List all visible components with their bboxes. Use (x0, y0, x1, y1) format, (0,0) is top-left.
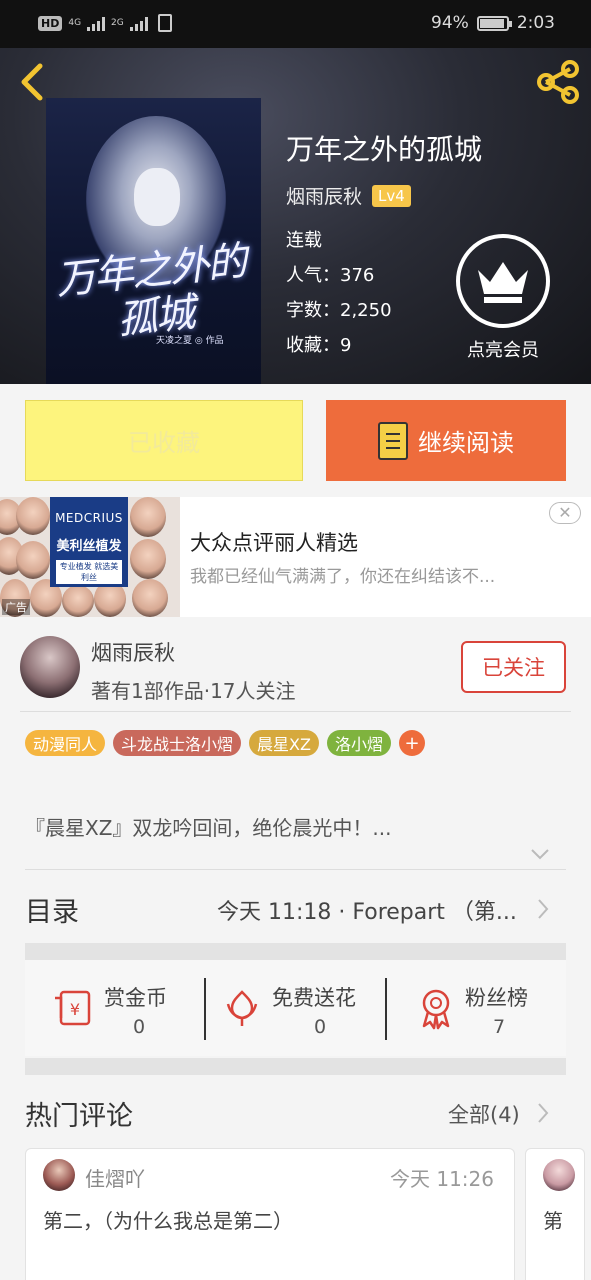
battery-icon (476, 15, 512, 31)
author-section-name[interactable]: 烟雨辰秋 (91, 637, 175, 667)
chevron-right-icon[interactable] (536, 898, 550, 920)
toc-latest-chapter[interactable]: 今天 11:18 · Forepart （第... (217, 894, 517, 926)
author-section-info: 著有1部作品·17人关注 (91, 679, 296, 703)
svg-text:¥: ¥ (70, 1000, 80, 1019)
divider (20, 711, 571, 712)
comment-card[interactable]: 第 (525, 1148, 585, 1280)
ad-banner[interactable]: MEDCRIUS 美利丝植发 专业植发 就选美利丝 广告 大众点评丽人精选 我都… (0, 497, 591, 617)
comment-text: 第 (543, 1209, 563, 1233)
comment-card[interactable]: 佳熠吖 今天 11:26 第二，（为什么我总是第二） (25, 1148, 515, 1280)
tag-list: 动漫同人 斗龙战士洛小熠 晨星XZ 洛小熠 + (25, 730, 425, 756)
follow-button[interactable]: 已关注 (461, 641, 566, 693)
author-name[interactable]: 烟雨辰秋 (286, 182, 362, 209)
network-type-2: 2G (111, 18, 124, 28)
stat-label: 免费送花 (272, 986, 356, 1010)
chevron-down-icon[interactable] (530, 848, 550, 860)
toc-label[interactable]: 目录 (25, 890, 79, 929)
free-flowers-stat[interactable]: 免费送花 0 (206, 960, 386, 1056)
battery-percent: 94% (431, 13, 469, 33)
signal-icon (87, 15, 106, 31)
book-cover[interactable]: 万年之外的孤城 天凌之夏 ◎ 作品 (46, 98, 261, 384)
comment-avatar[interactable] (43, 1159, 75, 1191)
vip-button[interactable] (456, 234, 550, 328)
flower-icon (226, 990, 258, 1026)
ad-title: 大众点评丽人精选 (190, 531, 358, 555)
section-gap (25, 943, 566, 960)
popularity: 人气：376 (286, 265, 375, 286)
collected-label: 已收藏 (128, 429, 200, 457)
cover-character-face (134, 168, 180, 226)
share-icon[interactable] (534, 58, 582, 106)
ad-image: MEDCRIUS 美利丝植发 专业植发 就选美利丝 广告 (0, 497, 180, 617)
section-gap (25, 1058, 566, 1075)
divider (25, 869, 566, 870)
author-avatar[interactable] (20, 636, 80, 698)
stat-label: 赏金币 (104, 986, 167, 1010)
tag-item[interactable]: 斗龙战士洛小熠 (113, 730, 242, 756)
ad-brand-block: MEDCRIUS 美利丝植发 专业植发 就选美利丝 (50, 497, 128, 587)
tag-item[interactable]: 洛小熠 (326, 730, 391, 756)
collected-button[interactable]: 已收藏 (25, 400, 303, 481)
red-envelope-icon: ¥ (55, 990, 91, 1026)
serial-status: 连载 (286, 230, 322, 251)
follow-label: 已关注 (482, 656, 545, 680)
clock: 2:03 (516, 13, 555, 33)
continue-reading-label: 继续阅读 (418, 429, 514, 457)
all-comments-link[interactable]: 全部(4) (448, 1099, 520, 1129)
comment-text: 第二，（为什么我总是第二） (43, 1209, 293, 1233)
vip-label: 点亮会员 (467, 340, 539, 361)
network-type-1: 4G (68, 18, 82, 28)
reward-coins-stat[interactable]: ¥ 赏金币 0 (25, 960, 205, 1056)
stat-label: 粉丝榜 (465, 986, 528, 1010)
book-description[interactable]: 『晨星XZ』双龙吟回间，绝伦晨光中！... (25, 812, 391, 841)
book-icon (378, 421, 408, 460)
crown-icon (478, 262, 528, 303)
continue-reading-button[interactable]: 继续阅读 (326, 400, 566, 481)
cover-signature: 天凌之夏 ◎ 作品 (156, 336, 224, 346)
signal-icon-2 (129, 15, 148, 31)
back-arrow-icon[interactable] (18, 62, 48, 102)
ad-brand-cn: 美利丝植发 (56, 539, 122, 554)
word-count: 字数：2,250 (286, 300, 392, 321)
hd-badge: HD (38, 15, 63, 31)
ad-brand-tag: 专业植发 就选美利丝 (56, 560, 122, 584)
ad-tag: 广告 (2, 599, 30, 615)
hot-comments-label: 热门评论 (25, 1101, 133, 1132)
tag-item[interactable]: 动漫同人 (25, 730, 106, 756)
stat-value: 7 (493, 1016, 506, 1038)
favorites-count: 收藏：9 (286, 335, 352, 356)
comment-avatar[interactable] (543, 1159, 575, 1191)
add-tag-button[interactable]: + (398, 730, 425, 756)
ad-brand-en: MEDCRIUS (55, 511, 123, 525)
close-icon[interactable]: ✕ (549, 502, 581, 524)
status-bar: HD 4G 2G 94% 2:03 (0, 0, 591, 48)
chevron-right-icon[interactable] (536, 1102, 550, 1124)
stat-value: 0 (314, 1016, 327, 1038)
comment-time: 今天 11:26 (390, 1167, 494, 1191)
ad-description: 我都已经仙气满满了，你还在纠结该不... (190, 567, 496, 587)
fan-ranking-stat[interactable]: 粉丝榜 7 (387, 960, 566, 1056)
author-row: 烟雨辰秋 Lv4 (286, 182, 411, 209)
stat-value: 0 (133, 1016, 146, 1038)
medal-icon (422, 989, 450, 1030)
level-badge: Lv4 (372, 184, 411, 207)
comment-user[interactable]: 佳熠吖 (85, 1163, 145, 1192)
tag-item[interactable]: 晨星XZ (249, 730, 319, 756)
book-header: 万年之外的孤城 天凌之夏 ◎ 作品 万年之外的孤城 烟雨辰秋 Lv4 连载 人气… (0, 48, 591, 384)
book-title: 万年之外的孤城 (286, 133, 483, 166)
vibrate-icon (157, 14, 172, 32)
support-stats: ¥ 赏金币 0 免费送花 0 粉丝榜 7 (25, 960, 566, 1056)
